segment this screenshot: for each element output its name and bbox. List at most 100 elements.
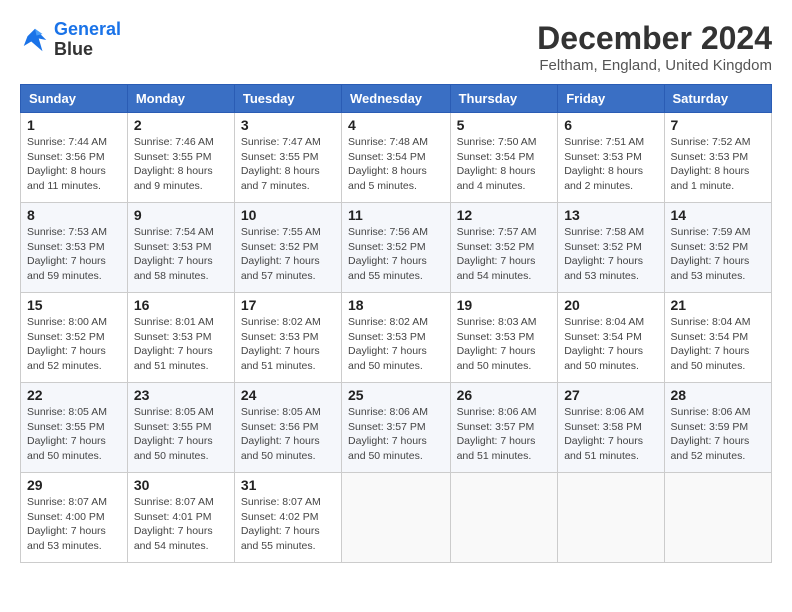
- calendar-cell: 14Sunrise: 7:59 AMSunset: 3:52 PMDayligh…: [664, 203, 771, 293]
- day-info: Sunrise: 7:59 AMSunset: 3:52 PMDaylight:…: [671, 225, 765, 284]
- calendar-body: 1 Sunrise: 7:44 AMSunset: 3:56 PMDaylight…: [21, 113, 772, 563]
- month-title: December 2024: [537, 20, 772, 57]
- day-info: Sunrise: 8:07 AMSunset: 4:02 PMDaylight:…: [241, 495, 335, 554]
- calendar-cell: 30 Sunrise: 8:07 AMSunset: 4:01 PMDayligh…: [127, 473, 234, 563]
- day-number: 28: [671, 387, 765, 403]
- day-number: 11: [348, 207, 444, 223]
- calendar-cell: 19Sunrise: 8:03 AMSunset: 3:53 PMDayligh…: [450, 293, 558, 383]
- calendar-cell: 18 Sunrise: 8:02 AMSunset: 3:53 PMDayligh…: [342, 293, 451, 383]
- day-info: Sunrise: 7:55 AMSunset: 3:52 PMDaylight:…: [241, 225, 335, 284]
- calendar-cell: 16Sunrise: 8:01 AMSunset: 3:53 PMDayligh…: [127, 293, 234, 383]
- day-number: 7: [671, 117, 765, 133]
- day-info: Sunrise: 8:04 AMSunset: 3:54 PMDaylight:…: [671, 315, 765, 374]
- location: Feltham, England, United Kingdom: [537, 57, 772, 74]
- calendar-cell: 12 Sunrise: 7:57 AMSunset: 3:52 PMDayligh…: [450, 203, 558, 293]
- day-number: 2: [134, 117, 228, 133]
- calendar-cell: 17Sunrise: 8:02 AMSunset: 3:53 PMDayligh…: [234, 293, 341, 383]
- day-info: Sunrise: 7:52 AMSunset: 3:53 PMDaylight:…: [671, 135, 765, 194]
- day-info: Sunrise: 7:54 AMSunset: 3:53 PMDaylight:…: [134, 225, 228, 284]
- logo-text: General Blue: [54, 20, 121, 60]
- calendar-week-row: 1 Sunrise: 7:44 AMSunset: 3:56 PMDaylight…: [21, 113, 772, 203]
- calendar-cell: 25 Sunrise: 8:06 AMSunset: 3:57 PMDayligh…: [342, 383, 451, 473]
- calendar-cell: 4 Sunrise: 7:48 AMSunset: 3:54 PMDaylight…: [342, 113, 451, 203]
- calendar-cell: 8Sunrise: 7:53 AMSunset: 3:53 PMDaylight…: [21, 203, 128, 293]
- day-number: 18: [348, 297, 444, 313]
- calendar-cell: 24 Sunrise: 8:05 AMSunset: 3:56 PMDayligh…: [234, 383, 341, 473]
- day-number: 20: [564, 297, 657, 313]
- day-info: Sunrise: 7:57 AMSunset: 3:52 PMDaylight:…: [457, 225, 552, 284]
- calendar-cell: 5Sunrise: 7:50 AMSunset: 3:54 PMDaylight…: [450, 113, 558, 203]
- calendar-cell: 11 Sunrise: 7:56 AMSunset: 3:52 PMDayligh…: [342, 203, 451, 293]
- weekday-header: Sunday: [21, 85, 128, 113]
- day-info: Sunrise: 8:02 AMSunset: 3:53 PMDaylight:…: [241, 315, 335, 374]
- day-number: 3: [241, 117, 335, 133]
- day-number: 1: [27, 117, 121, 133]
- weekday-header: Monday: [127, 85, 234, 113]
- calendar-table: SundayMondayTuesdayWednesdayThursdayFrid…: [20, 84, 772, 563]
- calendar-cell: 13 Sunrise: 7:58 AMSunset: 3:52 PMDayligh…: [558, 203, 664, 293]
- day-number: 13: [564, 207, 657, 223]
- calendar-cell: 3 Sunrise: 7:47 AMSunset: 3:55 PMDaylight…: [234, 113, 341, 203]
- day-number: 10: [241, 207, 335, 223]
- calendar-cell: 28 Sunrise: 8:06 AMSunset: 3:59 PMDayligh…: [664, 383, 771, 473]
- weekday-header: Tuesday: [234, 85, 341, 113]
- calendar-cell: 27 Sunrise: 8:06 AMSunset: 3:58 PMDayligh…: [558, 383, 664, 473]
- calendar-cell: 31 Sunrise: 8:07 AMSunset: 4:02 PMDayligh…: [234, 473, 341, 563]
- calendar-header-row: SundayMondayTuesdayWednesdayThursdayFrid…: [21, 85, 772, 113]
- day-number: 16: [134, 297, 228, 313]
- day-info: Sunrise: 8:06 AMSunset: 3:59 PMDaylight:…: [671, 405, 765, 464]
- day-info: Sunrise: 7:50 AMSunset: 3:54 PMDaylight:…: [457, 135, 552, 194]
- day-info: Sunrise: 8:05 AMSunset: 3:55 PMDaylight:…: [134, 405, 228, 464]
- day-info: Sunrise: 8:02 AMSunset: 3:53 PMDaylight:…: [348, 315, 444, 374]
- day-number: 12: [457, 207, 552, 223]
- logo-icon: [20, 25, 50, 55]
- day-info: Sunrise: 8:00 AMSunset: 3:52 PMDaylight:…: [27, 315, 121, 374]
- day-info: Sunrise: 8:04 AMSunset: 3:54 PMDaylight:…: [564, 315, 657, 374]
- calendar-cell: [664, 473, 771, 563]
- calendar-week-row: 29 Sunrise: 8:07 AMSunset: 4:00 PMDayligh…: [21, 473, 772, 563]
- day-info: Sunrise: 8:06 AMSunset: 3:57 PMDaylight:…: [348, 405, 444, 464]
- weekday-header: Wednesday: [342, 85, 451, 113]
- day-info: Sunrise: 8:07 AMSunset: 4:00 PMDaylight:…: [27, 495, 121, 554]
- day-number: 8: [27, 207, 121, 223]
- day-number: 29: [27, 477, 121, 493]
- day-info: Sunrise: 8:05 AMSunset: 3:56 PMDaylight:…: [241, 405, 335, 464]
- weekday-header: Thursday: [450, 85, 558, 113]
- calendar-cell: 15Sunrise: 8:00 AMSunset: 3:52 PMDayligh…: [21, 293, 128, 383]
- day-info: Sunrise: 7:58 AMSunset: 3:52 PMDaylight:…: [564, 225, 657, 284]
- calendar-cell: 20 Sunrise: 8:04 AMSunset: 3:54 PMDayligh…: [558, 293, 664, 383]
- day-number: 21: [671, 297, 765, 313]
- day-info: Sunrise: 8:07 AMSunset: 4:01 PMDaylight:…: [134, 495, 228, 554]
- calendar-cell: [342, 473, 451, 563]
- calendar-week-row: 22 Sunrise: 8:05 AMSunset: 3:55 PMDayligh…: [21, 383, 772, 473]
- day-number: 22: [27, 387, 121, 403]
- day-number: 4: [348, 117, 444, 133]
- weekday-header: Saturday: [664, 85, 771, 113]
- calendar-cell: [450, 473, 558, 563]
- calendar-cell: 22 Sunrise: 8:05 AMSunset: 3:55 PMDayligh…: [21, 383, 128, 473]
- day-number: 25: [348, 387, 444, 403]
- day-number: 27: [564, 387, 657, 403]
- day-number: 31: [241, 477, 335, 493]
- day-number: 26: [457, 387, 552, 403]
- calendar-cell: 23Sunrise: 8:05 AMSunset: 3:55 PMDayligh…: [127, 383, 234, 473]
- page-header: General Blue December 2024 Feltham, Engl…: [20, 20, 772, 74]
- day-info: Sunrise: 8:05 AMSunset: 3:55 PMDaylight:…: [27, 405, 121, 464]
- calendar-cell: 10 Sunrise: 7:55 AMSunset: 3:52 PMDayligh…: [234, 203, 341, 293]
- day-number: 30: [134, 477, 228, 493]
- calendar-cell: 26Sunrise: 8:06 AMSunset: 3:57 PMDayligh…: [450, 383, 558, 473]
- day-info: Sunrise: 7:44 AMSunset: 3:56 PMDaylight:…: [27, 135, 121, 194]
- calendar-week-row: 8Sunrise: 7:53 AMSunset: 3:53 PMDaylight…: [21, 203, 772, 293]
- day-number: 24: [241, 387, 335, 403]
- calendar-cell: 29 Sunrise: 8:07 AMSunset: 4:00 PMDayligh…: [21, 473, 128, 563]
- calendar-cell: 7 Sunrise: 7:52 AMSunset: 3:53 PMDaylight…: [664, 113, 771, 203]
- day-info: Sunrise: 7:47 AMSunset: 3:55 PMDaylight:…: [241, 135, 335, 194]
- calendar-cell: 6Sunrise: 7:51 AMSunset: 3:53 PMDaylight…: [558, 113, 664, 203]
- logo: General Blue: [20, 20, 121, 60]
- day-info: Sunrise: 7:48 AMSunset: 3:54 PMDaylight:…: [348, 135, 444, 194]
- day-info: Sunrise: 7:56 AMSunset: 3:52 PMDaylight:…: [348, 225, 444, 284]
- day-info: Sunrise: 8:06 AMSunset: 3:58 PMDaylight:…: [564, 405, 657, 464]
- day-info: Sunrise: 7:46 AMSunset: 3:55 PMDaylight:…: [134, 135, 228, 194]
- day-number: 9: [134, 207, 228, 223]
- day-number: 19: [457, 297, 552, 313]
